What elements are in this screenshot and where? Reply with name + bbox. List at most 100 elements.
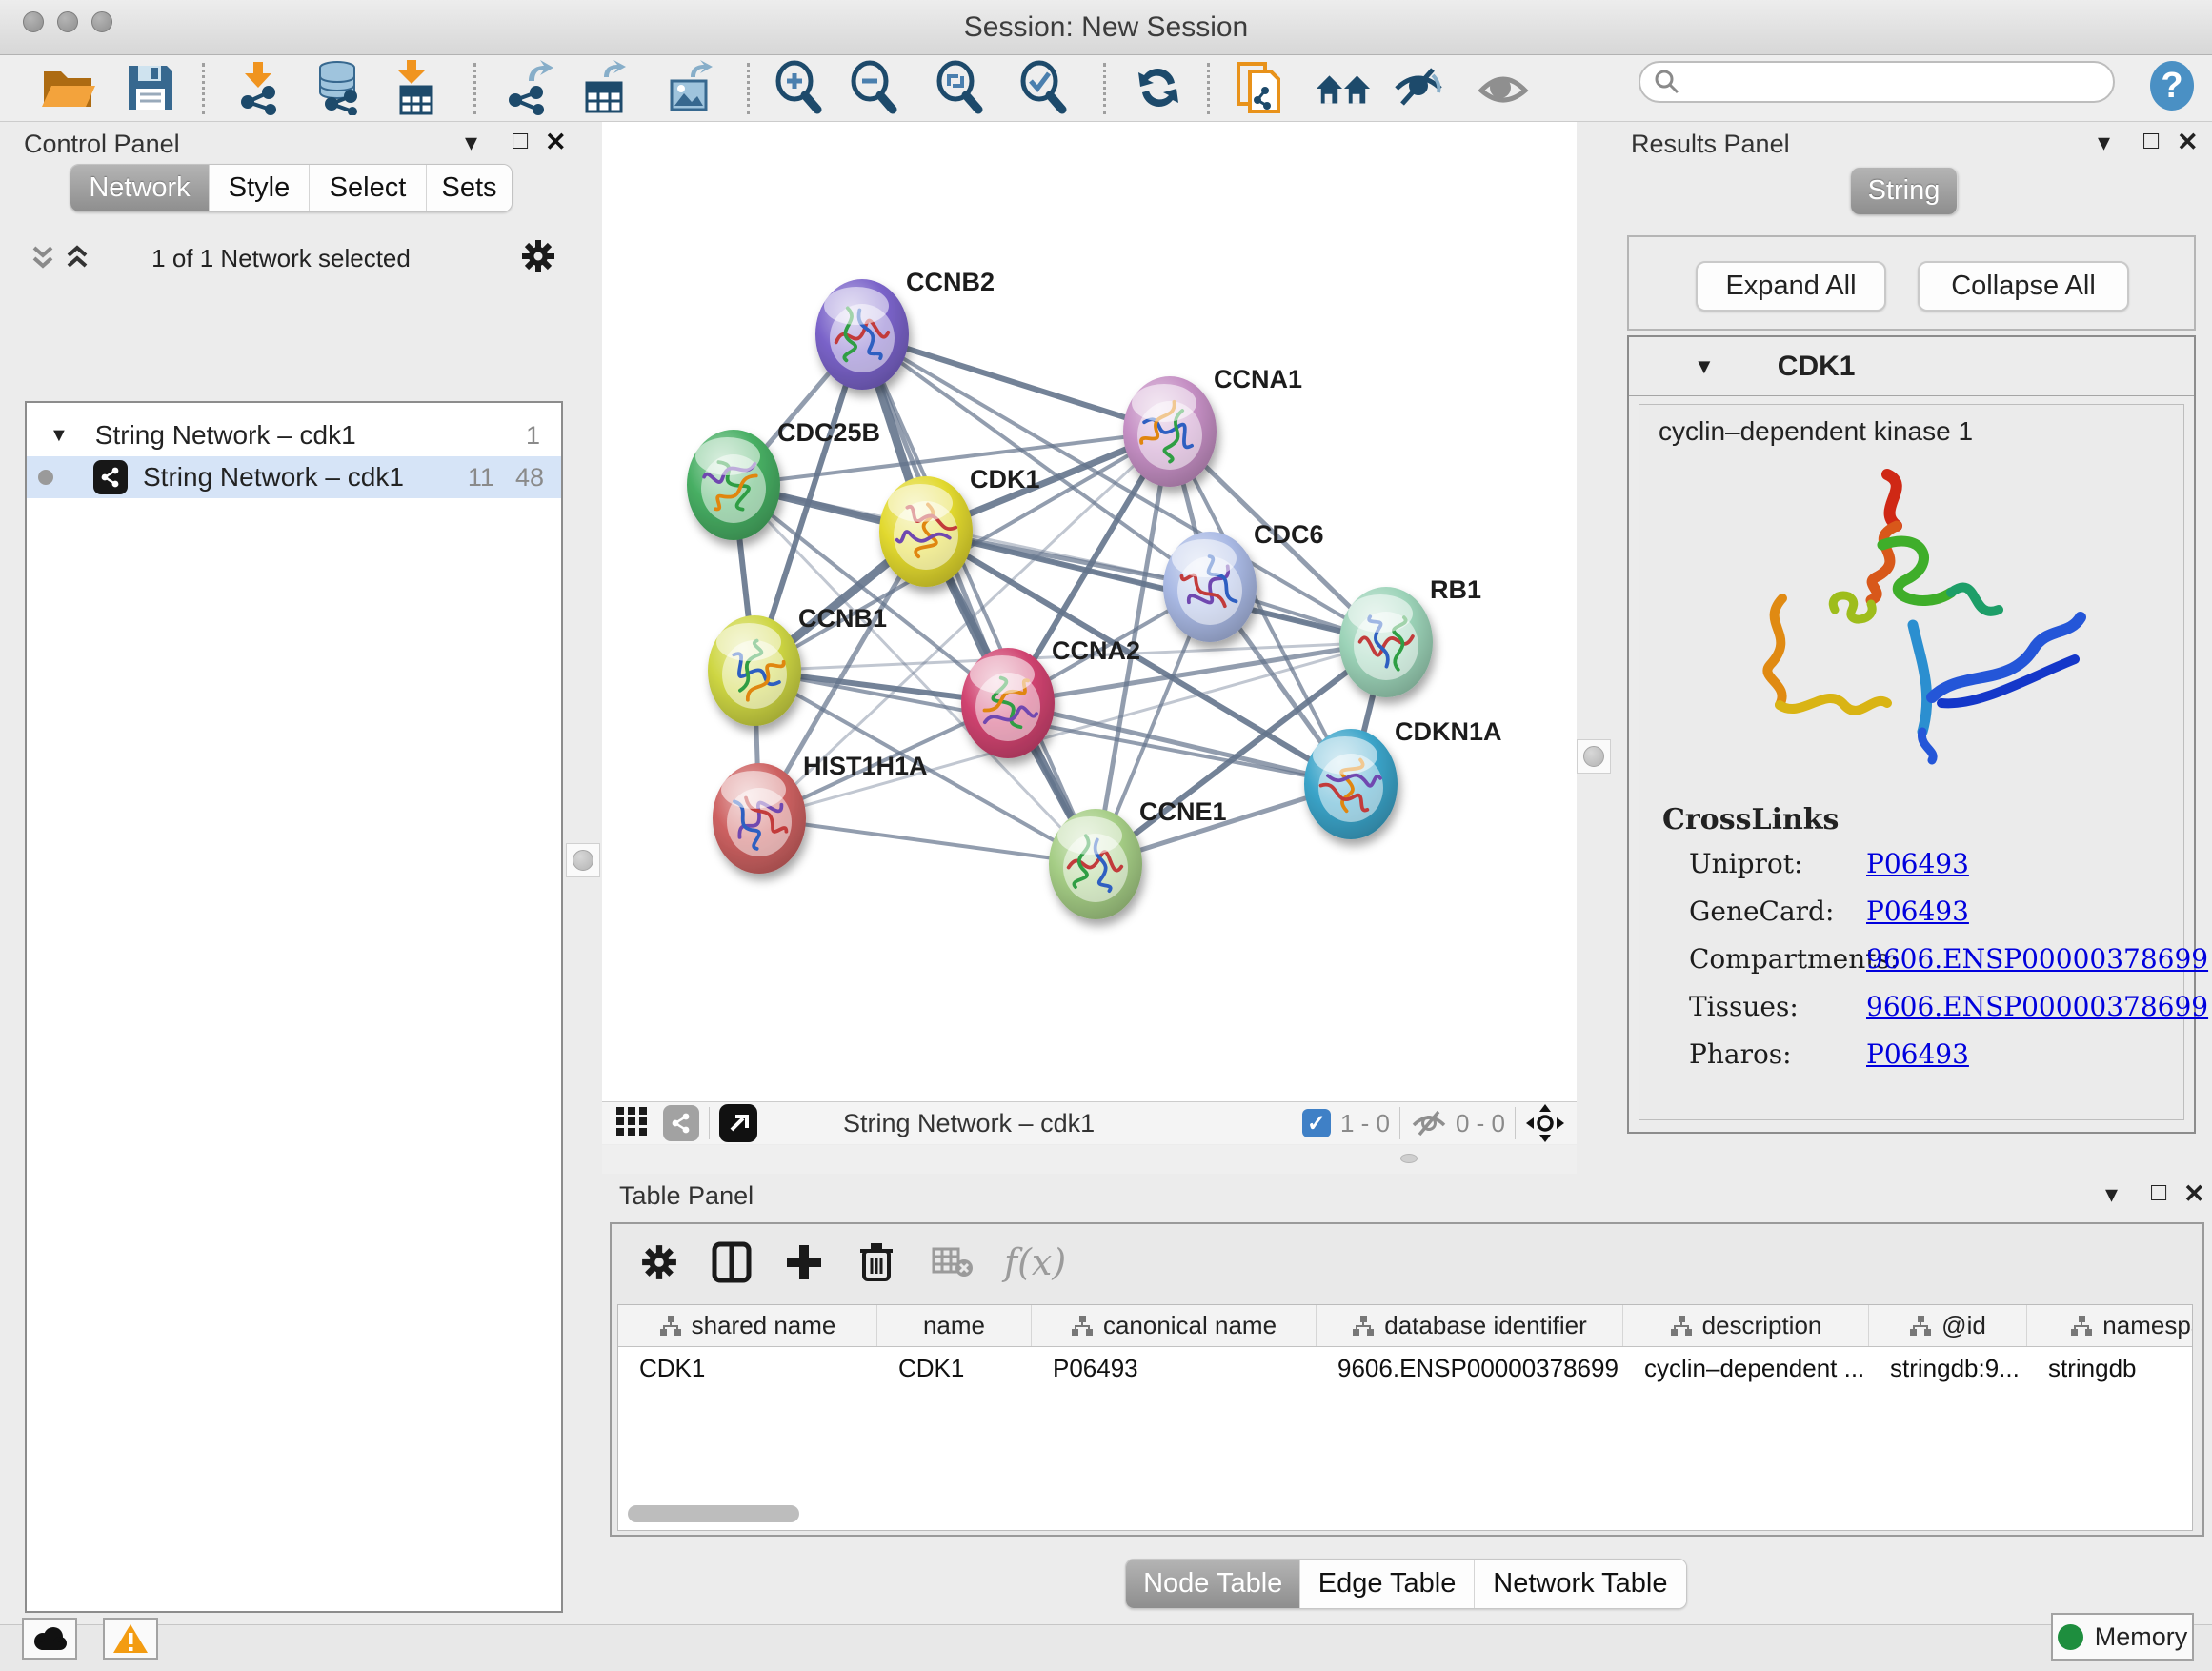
column-header-name[interactable]: name xyxy=(877,1305,1032,1346)
crosslinks-heading: CrossLinks xyxy=(1662,803,1839,836)
collection-expand-arrow-icon[interactable]: ▼ xyxy=(50,425,69,447)
column-header-namespace[interactable]: namespace xyxy=(2027,1305,2193,1346)
crosslink-link[interactable]: P06493 xyxy=(1866,848,1969,879)
horizontal-splitter-handle[interactable] xyxy=(1400,1154,1418,1163)
search-field-container xyxy=(1639,61,2115,103)
crosslink-link[interactable]: 9606.ENSP00000378699 xyxy=(1866,991,2208,1022)
export-table-button[interactable] xyxy=(576,59,633,116)
zoom-fit-button[interactable] xyxy=(932,59,989,116)
network-node-cdk1[interactable]: CDK1 xyxy=(879,465,1040,587)
control-panel-title: Control Panel xyxy=(24,130,180,159)
left-splitter[interactable] xyxy=(564,122,602,1624)
import-network-file-button[interactable] xyxy=(231,59,289,116)
tab-string[interactable]: String xyxy=(1851,168,1958,214)
selected-nodes-checkbox[interactable]: ✓ xyxy=(1302,1109,1331,1137)
crosslink-link[interactable]: 9606.ENSP00000378699 xyxy=(1866,943,2208,975)
open-session-button[interactable] xyxy=(39,59,96,116)
horizontal-scrollbar-thumb[interactable] xyxy=(628,1505,799,1522)
network-collection-row[interactable]: ▼ String Network – cdk1 1 xyxy=(27,414,561,456)
network-node-cdkn1a[interactable]: CDKN1A xyxy=(1304,717,1502,839)
show-columns-button[interactable] xyxy=(701,1232,762,1293)
protein-section-header[interactable]: ▼ CDK1 xyxy=(1629,337,2194,396)
column-header-database-identifier[interactable]: database identifier xyxy=(1317,1305,1623,1346)
search-input[interactable] xyxy=(1680,68,2090,97)
horizontal-splitter[interactable] xyxy=(602,1145,1577,1174)
expand-all-button[interactable]: Expand All xyxy=(1696,261,1886,312)
control-panel-float-button[interactable]: □ xyxy=(513,126,528,155)
table-panel-close-button[interactable]: ✕ xyxy=(2183,1179,2205,1209)
cell-database-identifier: 9606.ENSP00000378699 xyxy=(1317,1347,1623,1389)
table-row[interactable]: CDK1 CDK1 P06493 9606.ENSP00000378699 cy… xyxy=(618,1347,2192,1389)
network-node-rb1[interactable]: RB1 xyxy=(1339,575,1481,697)
network-toolbar-separator xyxy=(1515,1107,1516,1139)
network-edge[interactable] xyxy=(862,334,1170,432)
import-network-database-button[interactable] xyxy=(312,59,369,116)
results-panel-close-button[interactable]: ✕ xyxy=(2177,128,2199,157)
network-node-hist1h1a[interactable]: HIST1H1A xyxy=(713,752,928,874)
table-panel-menu-button[interactable]: ▾ xyxy=(2105,1179,2118,1209)
network-canvas[interactable]: CCNB2CCNA1CDC25BCDK1CDC6RB1CCNB1CCNA2CDK… xyxy=(602,122,1577,1101)
birds-eye-view-button[interactable] xyxy=(1525,1103,1565,1143)
network-edge[interactable] xyxy=(759,818,1096,864)
save-session-button[interactable] xyxy=(122,59,179,116)
results-panel-float-button[interactable]: □ xyxy=(2143,126,2159,155)
collapse-all-button[interactable]: Collapse All xyxy=(1918,261,2129,312)
network-node-ccne1[interactable]: CCNE1 xyxy=(1049,797,1227,919)
table-panel-float-button[interactable]: □ xyxy=(2151,1178,2166,1207)
grid-view-button[interactable] xyxy=(615,1105,648,1142)
network-options-button[interactable] xyxy=(520,238,556,279)
cloud-status-button[interactable] xyxy=(22,1618,77,1660)
warning-icon xyxy=(111,1622,150,1655)
tab-sets[interactable]: Sets xyxy=(427,165,512,211)
tab-network[interactable]: Network xyxy=(70,165,210,211)
import-table-button[interactable] xyxy=(387,59,444,116)
section-collapse-arrow-icon[interactable]: ▼ xyxy=(1694,354,1715,379)
refresh-view-button[interactable] xyxy=(1130,59,1187,116)
right-splitter-handle[interactable] xyxy=(1577,739,1611,774)
network-node-ccnb2[interactable]: CCNB2 xyxy=(815,268,995,390)
node-label: CDK1 xyxy=(970,465,1040,493)
delete-columns-button[interactable] xyxy=(846,1232,907,1293)
control-panel-menu-button[interactable]: ▾ xyxy=(465,128,477,157)
crosslink-link[interactable]: P06493 xyxy=(1866,1038,1969,1070)
show-all-button[interactable] xyxy=(1475,59,1532,116)
hide-selected-button[interactable] xyxy=(1390,59,1447,116)
warnings-button[interactable] xyxy=(103,1618,158,1660)
zoom-selected-icon xyxy=(1016,60,1072,115)
column-header-description[interactable]: description xyxy=(1623,1305,1869,1346)
eye-icon xyxy=(1476,60,1531,115)
nested-networks-button[interactable] xyxy=(1315,59,1372,116)
zoom-in-button[interactable] xyxy=(771,59,828,116)
refresh-icon xyxy=(1131,60,1186,115)
tab-node-table[interactable]: Node Table xyxy=(1126,1560,1300,1608)
left-splitter-handle[interactable] xyxy=(566,843,600,877)
tab-select[interactable]: Select xyxy=(310,165,427,211)
help-icon: ? xyxy=(2145,59,2199,112)
network-node-ccna1[interactable]: CCNA1 xyxy=(1123,365,1302,487)
shared-column-icon xyxy=(1071,1315,1094,1338)
column-header-id[interactable]: @id xyxy=(1869,1305,2027,1346)
column-header-canonical-name[interactable]: canonical name xyxy=(1032,1305,1317,1346)
network-view-badge[interactable] xyxy=(663,1105,699,1141)
memory-button[interactable]: Memory xyxy=(2051,1613,2194,1661)
export-image-button[interactable] xyxy=(661,59,718,116)
help-button[interactable]: ? xyxy=(2145,59,2199,117)
clone-network-button[interactable] xyxy=(1232,59,1289,116)
crosslink-link[interactable]: P06493 xyxy=(1866,896,1969,927)
create-column-button[interactable] xyxy=(774,1232,835,1293)
export-network-button[interactable] xyxy=(501,59,558,116)
tab-network-table[interactable]: Network Table xyxy=(1475,1560,1686,1608)
column-header-shared-name[interactable]: shared name xyxy=(618,1305,877,1346)
zoom-out-button[interactable] xyxy=(846,59,903,116)
table-options-button[interactable] xyxy=(629,1232,690,1293)
tab-edge-table[interactable]: Edge Table xyxy=(1300,1560,1474,1608)
hidden-eye-icon[interactable] xyxy=(1410,1108,1448,1138)
network-edge[interactable] xyxy=(862,334,1096,864)
results-panel-menu-button[interactable]: ▾ xyxy=(2098,128,2110,157)
network-row-selected[interactable]: String Network – cdk1 11 48 xyxy=(27,456,561,498)
collection-label: String Network – cdk1 xyxy=(95,420,356,451)
detach-view-button[interactable] xyxy=(719,1104,757,1142)
zoom-selected-button[interactable] xyxy=(1016,59,1073,116)
eye-slash-icon xyxy=(1391,60,1446,115)
tab-style[interactable]: Style xyxy=(210,165,310,211)
